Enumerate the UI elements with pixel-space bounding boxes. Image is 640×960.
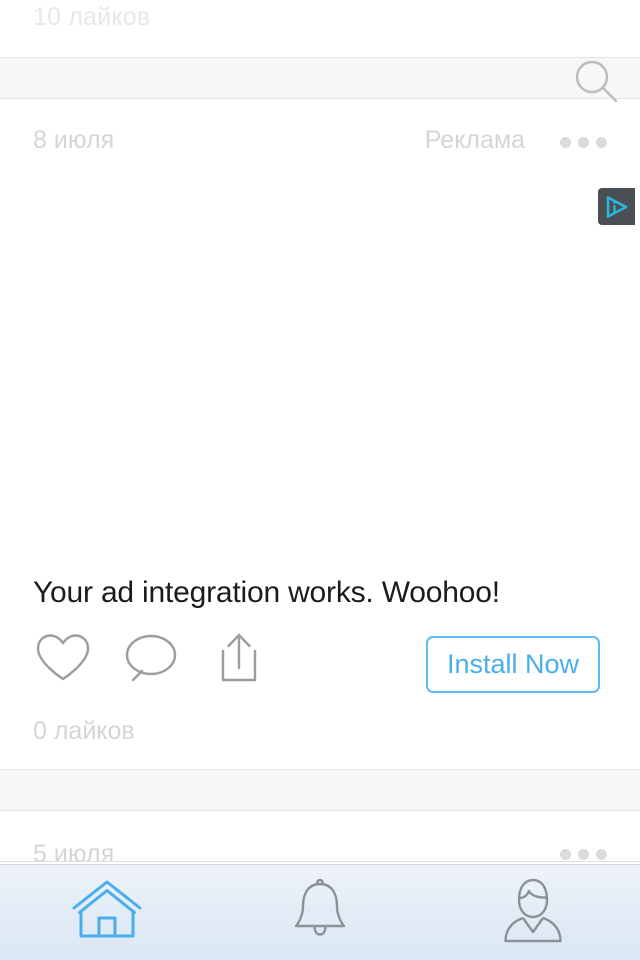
ad-post-likes-label: 0 лайков [33, 717, 135, 745]
bell-icon [284, 875, 356, 950]
ad-action-row [33, 632, 297, 688]
comment-button[interactable] [121, 632, 181, 688]
app-screen: 10 лайков 8 июля Реклама Your ad integra… [0, 0, 640, 960]
search-bar[interactable] [0, 57, 640, 99]
next-post-divider [0, 861, 640, 862]
heart-icon [34, 632, 92, 689]
share-upload-icon [213, 630, 265, 691]
ad-headline: Your ad integration works. Woohoo! [33, 576, 500, 609]
feed-separator-band [0, 769, 640, 811]
ad-post-header: 8 июля Реклама [0, 126, 640, 160]
ad-post-date: 8 июля [33, 126, 115, 154]
share-button[interactable] [209, 632, 269, 688]
like-button[interactable] [33, 632, 93, 688]
sponsored-label: Реклама [424, 126, 525, 154]
tab-home[interactable] [0, 865, 213, 960]
ad-post-overflow-menu-icon[interactable] [560, 137, 607, 148]
search-icon[interactable] [570, 55, 622, 107]
adchoices-icon[interactable] [598, 188, 635, 225]
speech-bubble-icon [122, 632, 180, 689]
previous-post-likes-label: 10 лайков [33, 3, 151, 31]
person-icon [494, 874, 572, 951]
tab-notifications[interactable] [213, 865, 426, 960]
home-icon [67, 877, 147, 948]
bottom-tab-bar [0, 864, 640, 960]
next-post-overflow-menu-icon[interactable] [560, 849, 607, 860]
install-now-button[interactable]: Install Now [426, 636, 600, 693]
tab-profile[interactable] [427, 865, 640, 960]
ad-creative-image[interactable] [0, 170, 640, 560]
